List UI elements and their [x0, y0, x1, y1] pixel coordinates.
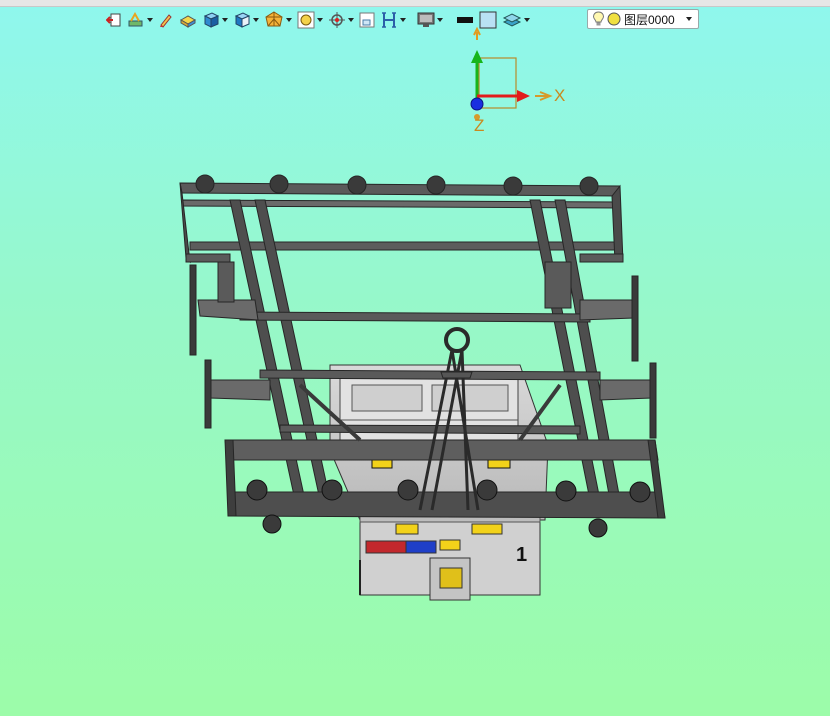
3d-viewport[interactable]: 图层0000 X Z 1 [0, 0, 830, 716]
agv-body[interactable]: 1 [329, 364, 549, 601]
blue-indicator [405, 540, 437, 554]
red-indicator [365, 540, 407, 554]
part-number-label: 1 [516, 544, 527, 566]
cad-model[interactable]: 1 [0, 0, 830, 716]
